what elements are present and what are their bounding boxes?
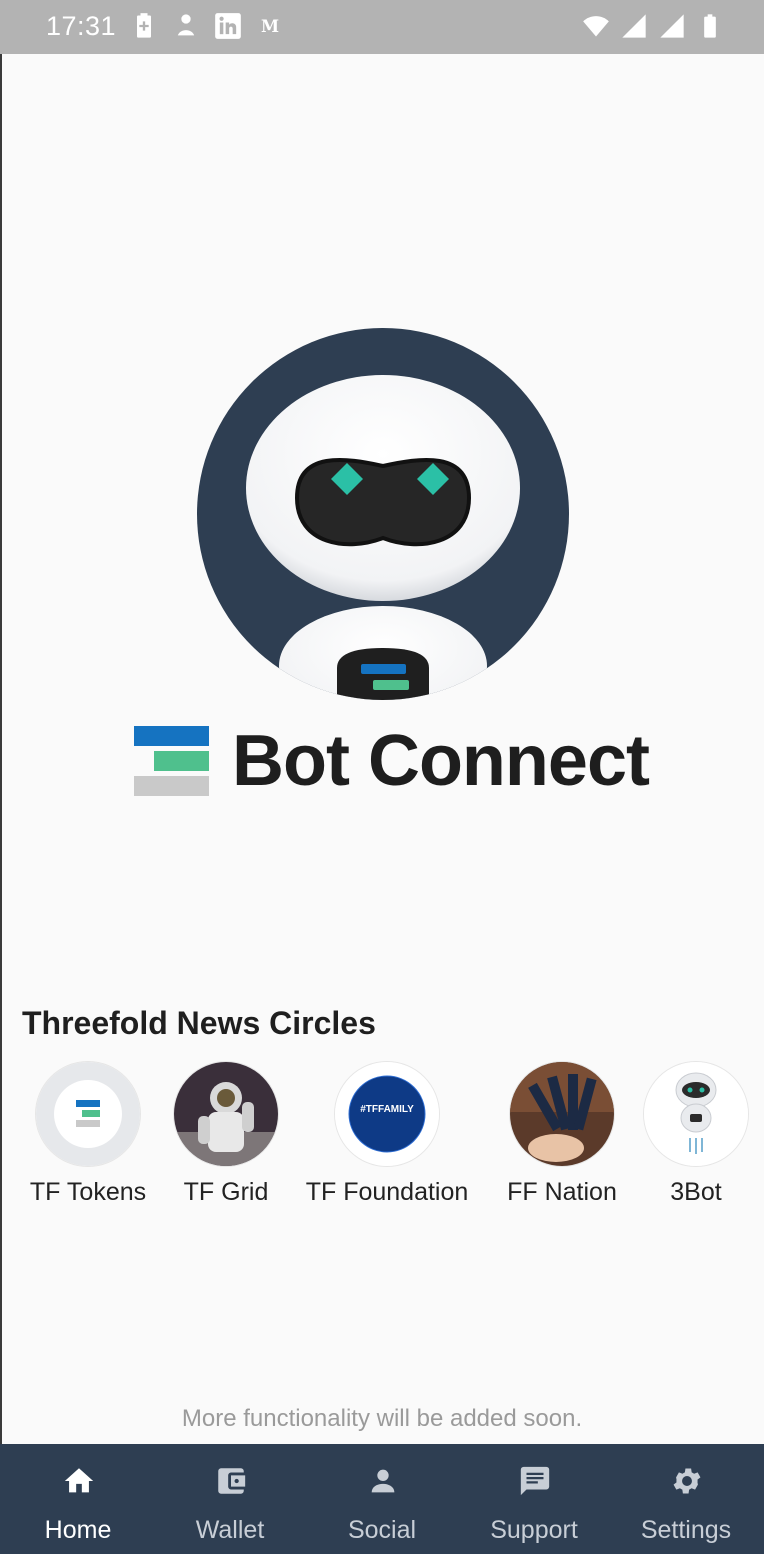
wifi-icon: [583, 16, 609, 37]
news-circle-label: TF Tokens: [29, 1178, 147, 1206]
nav-home[interactable]: Home: [2, 1444, 154, 1554]
tf-tokens-avatar: [36, 1062, 140, 1166]
bot-avatar-logo: [197, 328, 569, 700]
app-title: Bot Connect: [232, 721, 650, 801]
home-icon: [64, 1468, 94, 1493]
left-edge-divider: [0, 54, 2, 1444]
nav-wallet-label: Wallet: [195, 1516, 265, 1544]
bottom-navigation: Home Wallet Social Support Settings: [0, 1444, 764, 1554]
footer-note: More functionality will be added soon.: [181, 1405, 583, 1432]
status-notification-icons: M: [130, 12, 284, 40]
nav-support-label: Support: [490, 1516, 578, 1544]
gear-icon: [673, 1468, 701, 1494]
news-circle-tf-tokens[interactable]: TF Tokens: [28, 1062, 148, 1207]
3bot-avatar: [644, 1062, 748, 1166]
nav-settings-label: Settings: [640, 1516, 732, 1544]
3bot-robot-image: [644, 1062, 748, 1166]
news-circle-ff-nation[interactable]: FF Nation: [502, 1062, 622, 1207]
news-circle-tf-foundation[interactable]: #TFFAMILY TF Foundation: [303, 1062, 471, 1207]
ff-nation-avatar: [510, 1062, 614, 1166]
nav-settings[interactable]: Settings: [610, 1444, 762, 1554]
status-bar: 17:31 M: [0, 0, 764, 54]
hand-with-cards-image: [510, 1062, 614, 1166]
nav-social-label: Social: [347, 1516, 417, 1544]
threefold-logo-icon: [134, 726, 209, 796]
news-circle-label: TF Foundation: [305, 1178, 469, 1206]
person-icon: [371, 1469, 395, 1493]
news-circle-tf-grid[interactable]: TF Grid: [166, 1062, 286, 1207]
wallet-icon: [218, 1468, 246, 1494]
tf-grid-avatar: [174, 1062, 278, 1166]
signal-icon: [622, 14, 646, 38]
linkedin-icon: [215, 13, 241, 39]
news-circle-label: TF Grid: [183, 1178, 269, 1206]
astronaut-image: [174, 1062, 278, 1166]
chat-icon: [520, 1466, 550, 1496]
status-time: 17:31: [46, 11, 117, 41]
battery-icon: [704, 14, 716, 38]
medium-icon: M: [261, 17, 279, 36]
svg-text:M: M: [261, 17, 279, 36]
nav-support[interactable]: Support: [458, 1444, 610, 1554]
nav-home-label: Home: [44, 1516, 112, 1544]
tf-foundation-avatar: #TFFAMILY: [335, 1062, 439, 1166]
nav-social[interactable]: Social: [306, 1444, 458, 1554]
news-circle-3bot[interactable]: 3Bot: [636, 1062, 756, 1207]
nav-wallet[interactable]: Wallet: [154, 1444, 306, 1554]
signal-icon-2: [660, 14, 684, 38]
tf-tokens-logo-icon: [36, 1062, 140, 1166]
news-circle-label: FF Nation: [507, 1178, 617, 1206]
tf-foundation-badge-text: #TFFAMILY: [360, 1104, 414, 1115]
app-notification-icon: [177, 14, 195, 36]
brand-header: Bot Connect: [132, 720, 650, 802]
news-circle-label: 3Bot: [670, 1178, 722, 1206]
news-circles-heading: Threefold News Circles: [22, 1005, 376, 1041]
battery-saver-icon: [137, 13, 151, 38]
status-system-icons: [582, 12, 724, 40]
